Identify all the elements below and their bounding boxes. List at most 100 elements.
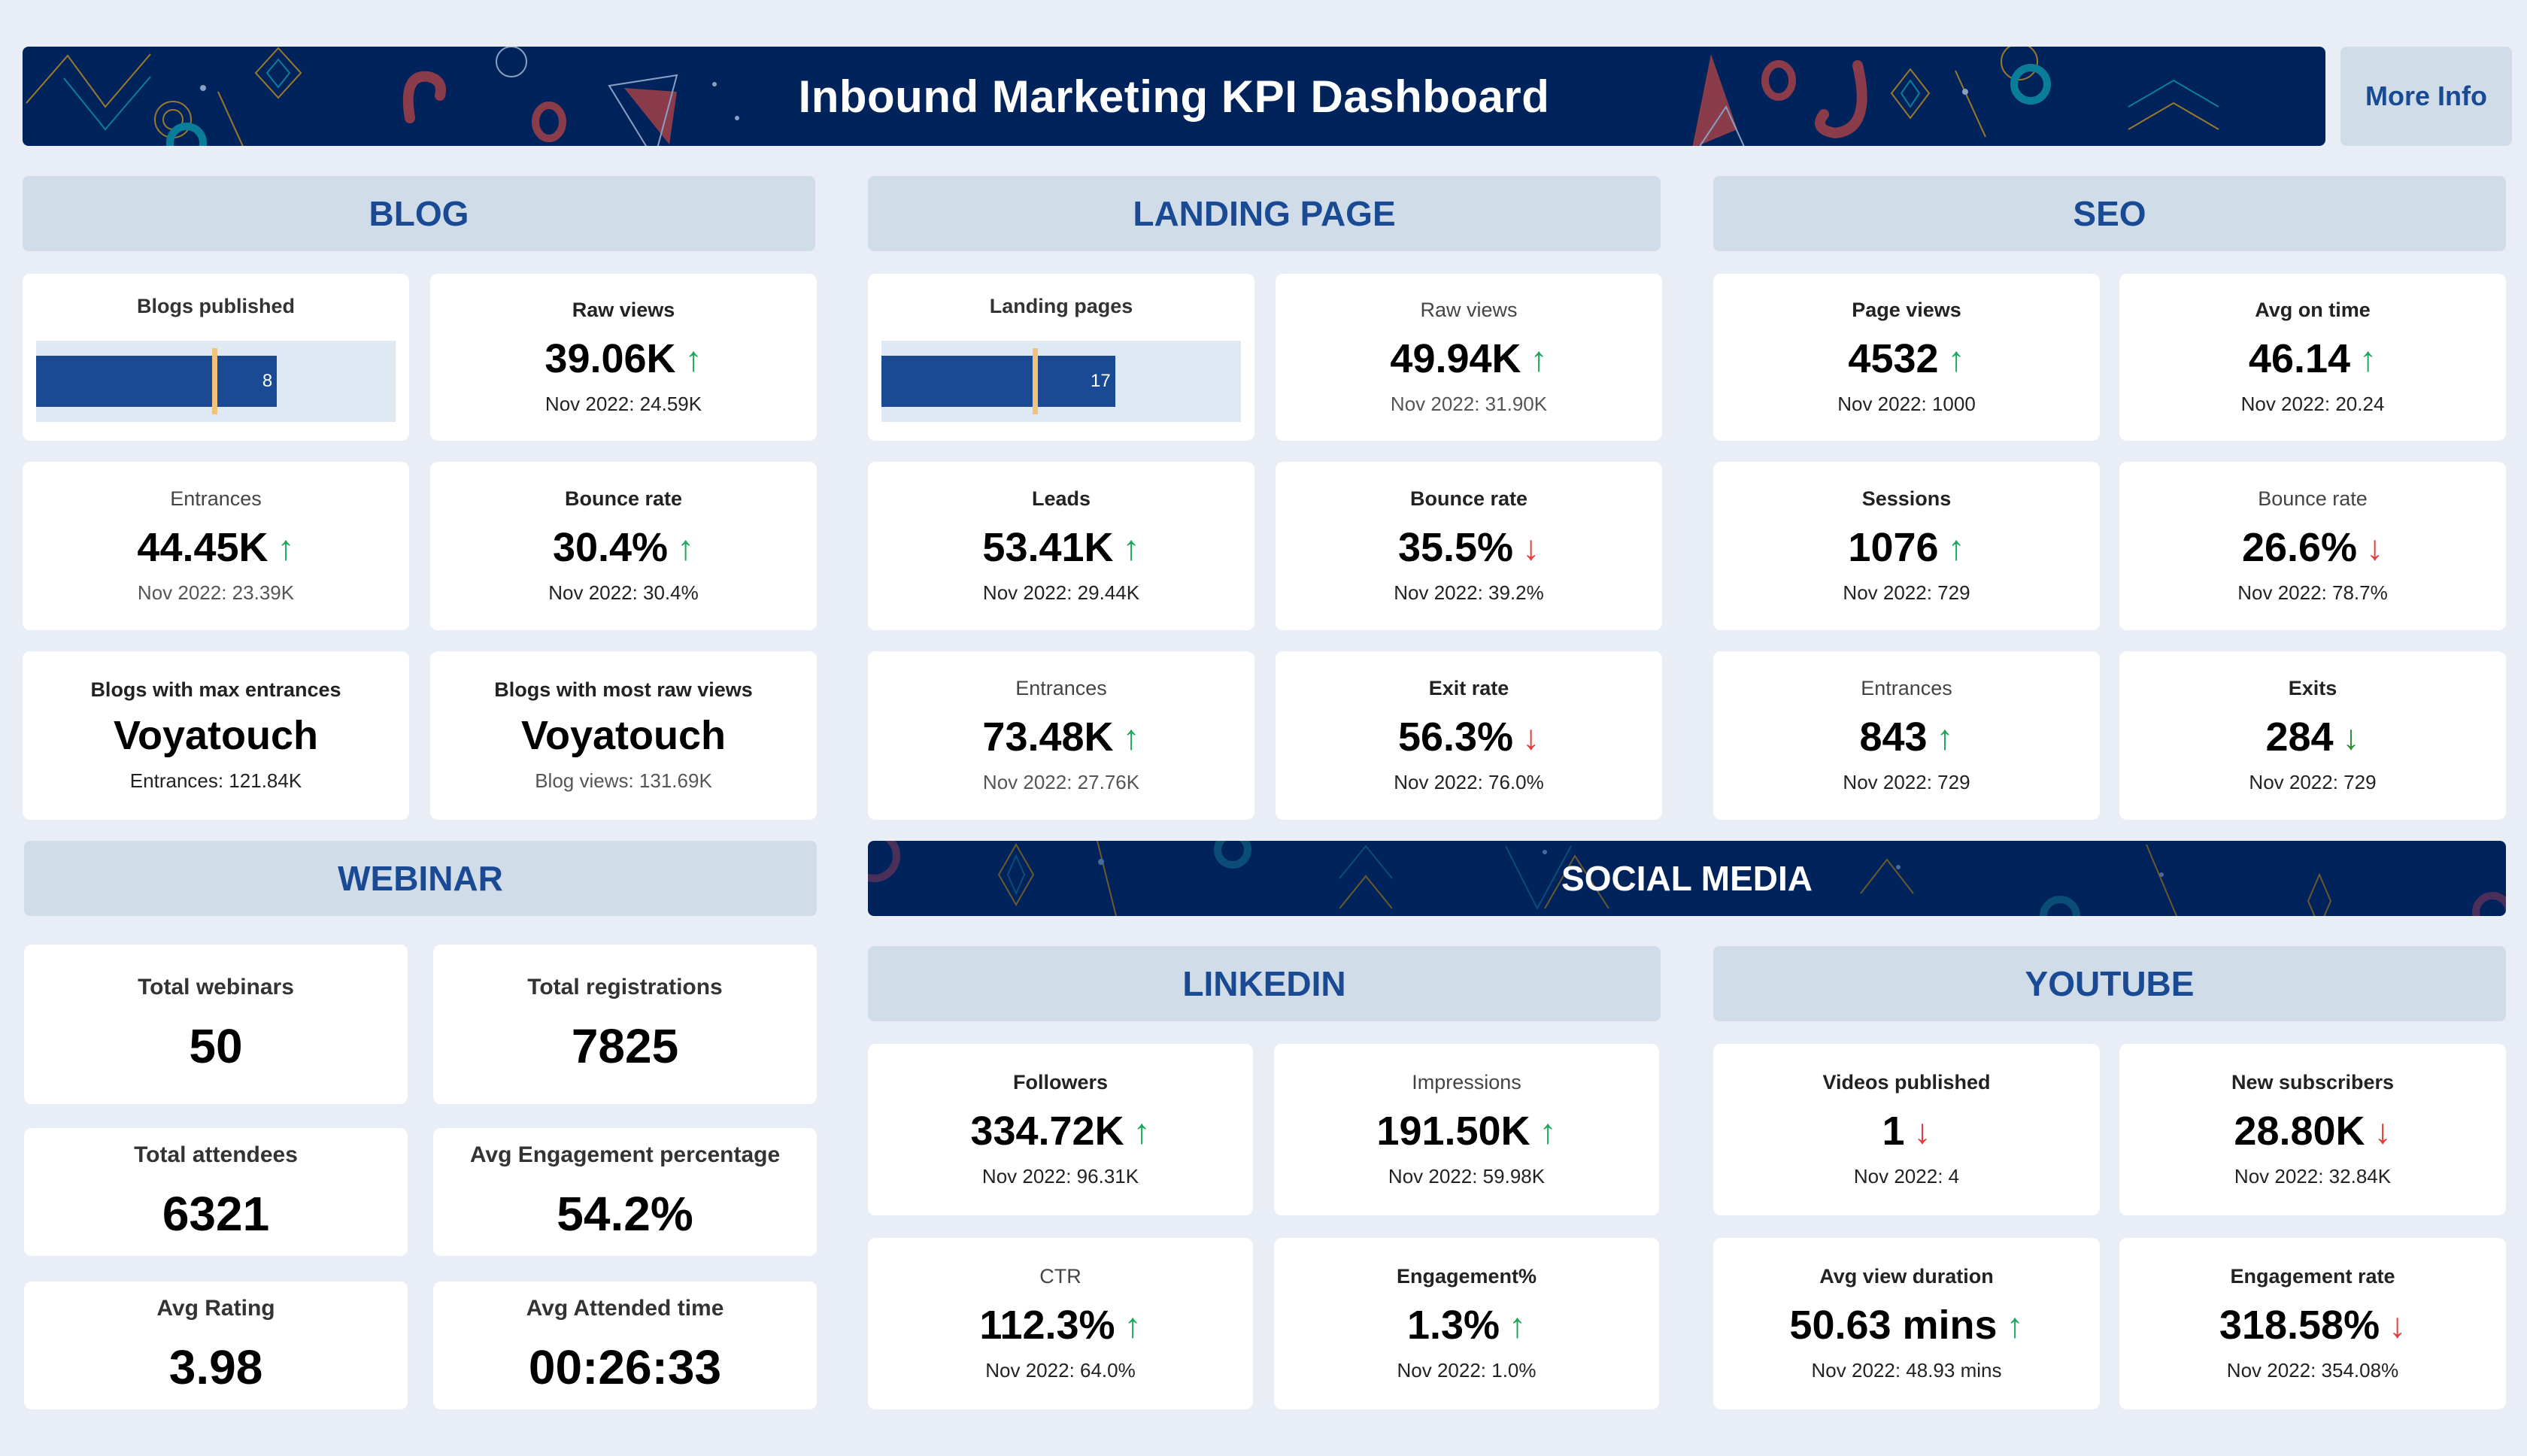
kpi-card-avg-attended-time: Avg Attended time 00:26:33	[433, 1282, 817, 1409]
kpi-value: 28.80K	[2234, 1109, 2365, 1154]
kpi-comparison: Nov 2022: 1000	[1837, 393, 1976, 415]
kpi-value: 00:26:33	[528, 1340, 722, 1394]
kpi-value: 50	[189, 1019, 243, 1073]
arrow-up-icon: ↑	[277, 528, 295, 567]
kpi-value: 4532	[1848, 336, 1939, 381]
kpi-value: 54.2%	[557, 1187, 693, 1241]
kpi-label: Followers	[1012, 1071, 1109, 1094]
kpi-comparison: Nov 2022: 76.0%	[1394, 771, 1544, 793]
arrow-up-icon: ↑	[1936, 717, 1954, 757]
kpi-comparison: Nov 2022: 96.31K	[981, 1165, 1139, 1188]
kpi-card-blog-max-entrances: Blogs with max entrances Voyatouch Entra…	[23, 651, 409, 820]
bullet-chart-value: 17	[1090, 371, 1111, 391]
kpi-value: 50.63 mins	[1789, 1303, 1998, 1348]
kpi-label: Total registrations	[527, 975, 723, 999]
arrow-down-icon: ↓	[1522, 717, 1540, 757]
kpi-label: Page views	[1852, 299, 1961, 321]
kpi-card-landing-leads: Leads 53.41K ↑ Nov 2022: 29.44K	[868, 462, 1254, 630]
kpi-comparison: Nov 2022: 1.0%	[1397, 1359, 1537, 1382]
kpi-card-youtube-videos-published: Videos published 1 ↓ Nov 2022: 4	[1713, 1044, 2100, 1215]
arrow-up-icon: ↑	[1947, 528, 1965, 567]
kpi-card-seo-sessions: Sessions 1076 ↑ Nov 2022: 729	[1713, 462, 2100, 630]
kpi-comparison: Nov 2022: 20.24	[2240, 393, 2385, 415]
kpi-comparison: Nov 2022: 39.2%	[1394, 581, 1544, 604]
arrow-up-icon: ↑	[1530, 339, 1548, 378]
kpi-value: 191.50K	[1376, 1109, 1530, 1154]
kpi-label: Impressions	[1412, 1071, 1521, 1094]
kpi-label: Entrances	[1861, 677, 1952, 699]
kpi-card-seo-avg-on-time: Avg on time 46.14 ↑ Nov 2022: 20.24	[2119, 274, 2506, 441]
kpi-value: 56.3%	[1397, 714, 1514, 760]
section-header-linkedin: LINKEDIN	[868, 946, 1661, 1021]
kpi-comparison: Nov 2022: 30.4%	[548, 581, 699, 604]
arrow-down-icon: ↓	[2342, 717, 2360, 757]
kpi-value: 44.45K	[137, 525, 268, 570]
bullet-chart-bar: 17	[881, 356, 1115, 407]
kpi-comparison: Nov 2022: 31.90K	[1390, 393, 1548, 415]
kpi-card-blog-raw-views: Raw views 39.06K ↑ Nov 2022: 24.59K	[430, 274, 817, 441]
kpi-value: 49.94K	[1390, 336, 1521, 381]
arrow-up-icon: ↑	[2006, 1306, 2024, 1345]
kpi-label: Engagement rate	[2230, 1265, 2395, 1288]
kpi-value: 1076	[1848, 525, 1939, 570]
bullet-chart-track: 8	[36, 341, 396, 422]
more-info-button[interactable]: More Info	[2340, 47, 2512, 146]
kpi-label: Bounce rate	[2258, 487, 2368, 510]
arrow-up-icon: ↑	[1122, 717, 1140, 757]
kpi-value: 6321	[162, 1187, 270, 1241]
kpi-value: 26.6%	[2241, 525, 2358, 570]
bullet-chart-track: 17	[881, 341, 1241, 422]
kpi-comparison: Nov 2022: 48.93 mins	[1811, 1359, 2002, 1382]
arrow-down-icon: ↓	[2366, 528, 2384, 567]
kpi-comparison: Nov 2022: 64.0%	[985, 1359, 1136, 1382]
kpi-value: 46.14	[2248, 336, 2351, 381]
kpi-card-blogs-published: Blogs published 8	[23, 274, 409, 441]
kpi-comparison: Nov 2022: 729	[1843, 771, 1970, 793]
kpi-comparison: Nov 2022: 23.39K	[137, 581, 295, 604]
arrow-up-icon: ↑	[2359, 339, 2377, 378]
kpi-card-linkedin-impressions: Impressions 191.50K ↑ Nov 2022: 59.98K	[1274, 1044, 1659, 1215]
kpi-value: 334.72K	[970, 1109, 1124, 1154]
social-media-title: SOCIAL MEDIA	[1561, 859, 1813, 898]
kpi-card-youtube-avg-view-duration: Avg view duration 50.63 mins ↑ Nov 2022: …	[1713, 1238, 2100, 1409]
kpi-label: Bounce rate	[564, 487, 683, 510]
kpi-value: 112.3%	[979, 1303, 1115, 1348]
kpi-value: 7825	[571, 1019, 679, 1073]
kpi-value: Voyatouch	[113, 713, 319, 758]
arrow-down-icon: ↓	[2374, 1112, 2392, 1151]
kpi-card-avg-engagement: Avg Engagement percentage 54.2%	[433, 1128, 817, 1256]
kpi-card-landing-raw-views: Raw views 49.94K ↑ Nov 2022: 31.90K	[1276, 274, 1662, 441]
bullet-chart-target-marker	[212, 348, 218, 414]
arrow-up-icon: ↑	[677, 528, 695, 567]
kpi-label: Total webinars	[138, 975, 294, 999]
kpi-comparison: Nov 2022: 59.98K	[1388, 1165, 1546, 1188]
kpi-card-landing-exit-rate: Exit rate 56.3% ↓ Nov 2022: 76.0%	[1276, 651, 1662, 820]
kpi-label: Avg Attended time	[526, 1296, 724, 1321]
kpi-card-linkedin-ctr: CTR 112.3% ↑ Nov 2022: 64.0%	[868, 1238, 1253, 1409]
kpi-label: Total attendees	[134, 1142, 298, 1167]
kpi-card-landing-pages: Landing pages 17	[868, 274, 1254, 441]
kpi-label: Raw views	[572, 299, 675, 321]
section-header-youtube: YOUTUBE	[1713, 946, 2506, 1021]
kpi-value: 1.3%	[1406, 1303, 1500, 1348]
kpi-value: 39.06K	[545, 336, 676, 381]
kpi-label: Avg Rating	[156, 1296, 275, 1321]
title-banner: Inbound Marketing KPI Dashboard	[23, 47, 2325, 146]
kpi-label: Leads	[1031, 487, 1091, 510]
kpi-label: Exit rate	[1428, 677, 1509, 699]
arrow-up-icon: ↑	[1122, 528, 1140, 567]
kpi-card-linkedin-followers: Followers 334.72K ↑ Nov 2022: 96.31K	[868, 1044, 1253, 1215]
kpi-value: 843	[1859, 714, 1928, 760]
kpi-card-blog-most-raw-views: Blogs with most raw views Voyatouch Blog…	[430, 651, 817, 820]
section-header-blog: BLOG	[23, 176, 815, 251]
kpi-comparison: Nov 2022: 4	[1853, 1165, 1960, 1188]
kpi-value: 1	[1882, 1109, 1905, 1154]
kpi-comparison: Nov 2022: 29.44K	[982, 581, 1140, 604]
kpi-comparison: Nov 2022: 24.59K	[545, 393, 702, 415]
section-header-landing-page: LANDING PAGE	[868, 176, 1661, 251]
kpi-label: Entrances	[170, 487, 262, 510]
kpi-label: Landing pages	[989, 295, 1133, 317]
arrow-up-icon: ↑	[1124, 1306, 1142, 1345]
kpi-label: Blogs published	[136, 295, 295, 317]
kpi-label: Exits	[2288, 677, 2337, 699]
